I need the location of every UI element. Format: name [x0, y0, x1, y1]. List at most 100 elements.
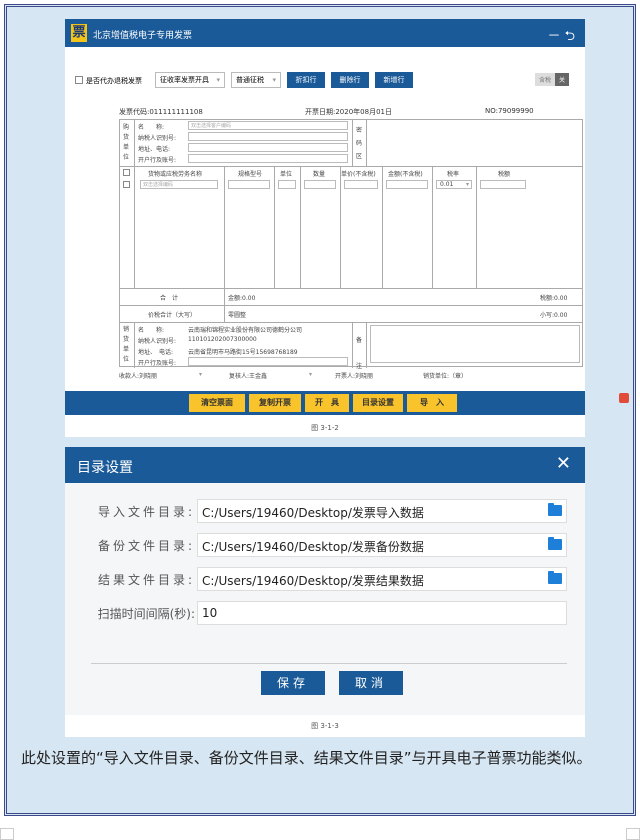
col-unit: 单位 — [280, 171, 293, 178]
chevron-down-icon: ▾ — [199, 371, 203, 378]
scan-interval-value: 10 — [202, 606, 218, 620]
page-corner-right — [626, 828, 640, 840]
select-all-checkbox[interactable] — [123, 169, 130, 176]
scan-interval-label: 扫描时间间隔(秒): — [97, 607, 195, 621]
tax-total: 税额:0.00 — [540, 295, 568, 302]
add-row-button[interactable]: 新增行 — [375, 72, 413, 88]
figure-caption-2: 图 3-1-3 — [311, 722, 339, 730]
result-dir-value: C:/Users/19460/Desktop/发票结果数据 — [202, 574, 424, 588]
seller-bank-label: 开户行及账号: — [138, 360, 177, 367]
issue-button[interactable]: 开 具 — [305, 394, 349, 412]
buyer-name-input[interactable]: 双击选择客户编码 — [188, 121, 348, 130]
item-quantity-input[interactable] — [304, 180, 336, 189]
levy-type-select[interactable]: 普通征税 — [231, 72, 281, 88]
invoice-form: 购货单位 名 称: 双击选择客户编码 纳税人识别号: 地址、电话: 开户行及账号… — [119, 119, 583, 370]
item-price-input[interactable] — [344, 180, 378, 189]
import-dir-row: 导入文件目录: C:/Users/19460/Desktop/发票导入数据 — [65, 499, 585, 523]
scan-interval-row: 扫描时间间隔(秒): 10 — [65, 601, 585, 625]
item-unit-input[interactable] — [278, 180, 296, 189]
seller-bank-input[interactable] — [188, 357, 348, 366]
import-dir-value: C:/Users/19460/Desktop/发票导入数据 — [202, 506, 424, 520]
copy-issue-button[interactable]: 复制开票 — [249, 394, 301, 412]
app-title: 北京增值税电子专用发票 — [93, 31, 193, 41]
issue-type-select[interactable]: 征收率发票开具 — [155, 72, 225, 88]
item-spec-input[interactable] — [228, 180, 270, 189]
tax-toggle-off[interactable]: 关 — [554, 73, 569, 86]
payee-select[interactable]: 收款人:刘晓丽 — [119, 371, 157, 380]
invoice-screenshot: 票 北京增值税电子专用发票 － ⮌ 是否代办退税发票 征收率发票开具 普通征税 … — [65, 19, 585, 437]
import-dir-input[interactable]: C:/Users/19460/Desktop/发票导入数据 — [197, 499, 567, 523]
tax-included-option[interactable]: 含税 — [534, 73, 555, 86]
reviewer-select[interactable]: 复核人:王金鑫 — [229, 371, 267, 380]
item-amount-input[interactable] — [386, 180, 428, 189]
grand-total-words: 零圆整 — [228, 312, 247, 319]
action-bar: 清空票面 复制开票 开 具 目录设置 导 入 — [65, 391, 585, 415]
seller-address-label: 地址、 电话: — [138, 349, 174, 356]
buyer-side-label: 购货单位 — [123, 124, 130, 161]
agent-refund-checkbox[interactable] — [75, 76, 83, 84]
tax-toggle[interactable]: 含税关 — [534, 73, 569, 86]
directory-settings-button[interactable]: 目录设置 — [353, 394, 403, 412]
grand-total-small: 小写:0.00 — [540, 312, 568, 319]
close-icon[interactable]: ✕ — [556, 453, 571, 474]
buyer-name-label: 名 称: — [138, 124, 165, 131]
save-button[interactable]: 保存 — [261, 671, 325, 695]
buyer-bank-label: 开户行及账号: — [138, 157, 177, 164]
dialog-title: 目录设置 — [77, 460, 133, 476]
row-checkbox[interactable] — [123, 181, 130, 188]
grand-total-label: 价税合计（大写） — [148, 312, 197, 319]
buyer-taxid-input[interactable] — [188, 132, 348, 141]
tax-rate-select[interactable]: 0.01 ▾ — [436, 180, 472, 189]
cipher-side-label: 密码区 — [356, 127, 363, 160]
seller-taxid-value: 110101202007300000 — [188, 336, 257, 343]
settings-dialog-screenshot: 目录设置 ✕ 导入文件目录: C:/Users/19460/Desktop/发票… — [65, 447, 585, 737]
col-tax-rate: 税率 — [447, 171, 460, 178]
seller-name-label: 名 称: — [138, 327, 165, 334]
delete-row-button[interactable]: 删除行 — [331, 72, 369, 88]
amount-total: 金额:0.00 — [228, 295, 256, 302]
folder-icon[interactable] — [548, 537, 562, 550]
result-dir-input[interactable]: C:/Users/19460/Desktop/发票结果数据 — [197, 567, 567, 591]
clear-button[interactable]: 清空票面 — [189, 394, 245, 412]
dialog-divider — [91, 663, 567, 664]
result-dir-label: 结果文件目录: — [97, 573, 195, 587]
buyer-name-placeholder: 双击选择客户编码 — [191, 123, 232, 129]
backup-dir-value: C:/Users/19460/Desktop/发票备份数据 — [202, 540, 424, 554]
seller-address-value: 云南省昆明市马路街15号15698768189 — [188, 349, 298, 356]
discount-row-button[interactable]: 折扣行 — [287, 72, 325, 88]
seller-name-value: 云南瑞和锦程实业股份有限公司德鹤分公司 — [188, 327, 303, 334]
backup-dir-row: 备份文件目录: C:/Users/19460/Desktop/发票备份数据 — [65, 533, 585, 557]
import-button[interactable]: 导 入 — [407, 394, 457, 412]
cancel-button[interactable]: 取消 — [339, 671, 403, 695]
col-tax-amount: 税额 — [498, 171, 511, 178]
folder-icon[interactable] — [548, 503, 562, 516]
buyer-address-label: 地址、电话: — [138, 146, 171, 153]
chevron-down-icon: ▾ — [465, 181, 469, 188]
invoice-number: NO:79099990 — [485, 107, 534, 115]
content-frame: 票 北京增值税电子专用发票 － ⮌ 是否代办退税发票 征收率发票开具 普通征税 … — [4, 4, 636, 816]
dialog-title-bar: 目录设置 ✕ — [65, 447, 585, 483]
item-tax-input[interactable] — [480, 180, 526, 189]
col-item-name: 货物或应税劳务名称 — [148, 171, 203, 178]
invoice-code: 发票代码:011111111108 — [119, 108, 203, 116]
app-icon — [619, 393, 629, 403]
remark-input[interactable] — [370, 325, 580, 363]
folder-icon[interactable] — [548, 571, 562, 584]
scan-interval-input[interactable]: 10 — [197, 601, 567, 625]
buyer-bank-input[interactable] — [188, 154, 348, 163]
dialog-body: 导入文件目录: C:/Users/19460/Desktop/发票导入数据 备份… — [65, 483, 585, 715]
title-bar: 票 北京增值税电子专用发票 － ⮌ — [65, 19, 585, 47]
invoice-date: 开票日期:2020年08月01日 — [305, 108, 392, 116]
seller-side-label: 销货单位 — [123, 326, 130, 363]
col-spec: 规格型号 — [238, 171, 263, 178]
buyer-address-input[interactable] — [188, 143, 348, 152]
backup-dir-label: 备份文件目录: — [97, 539, 195, 553]
col-quantity: 数量 — [313, 171, 326, 178]
col-amount: 金额(不含税) — [388, 171, 423, 178]
backup-dir-input[interactable]: C:/Users/19460/Desktop/发票备份数据 — [197, 533, 567, 557]
window-controls[interactable]: － ⮌ — [547, 25, 575, 49]
tax-rate-value: 0.01 — [440, 181, 454, 188]
description-paragraph: 此处设置的“导入文件目录、备份文件目录、结果文件目录”与开具电子普票功能类似。 — [21, 749, 592, 767]
total-label: 合 计 — [160, 295, 179, 302]
item-name-input[interactable]: 双击选择编码 — [140, 180, 218, 189]
